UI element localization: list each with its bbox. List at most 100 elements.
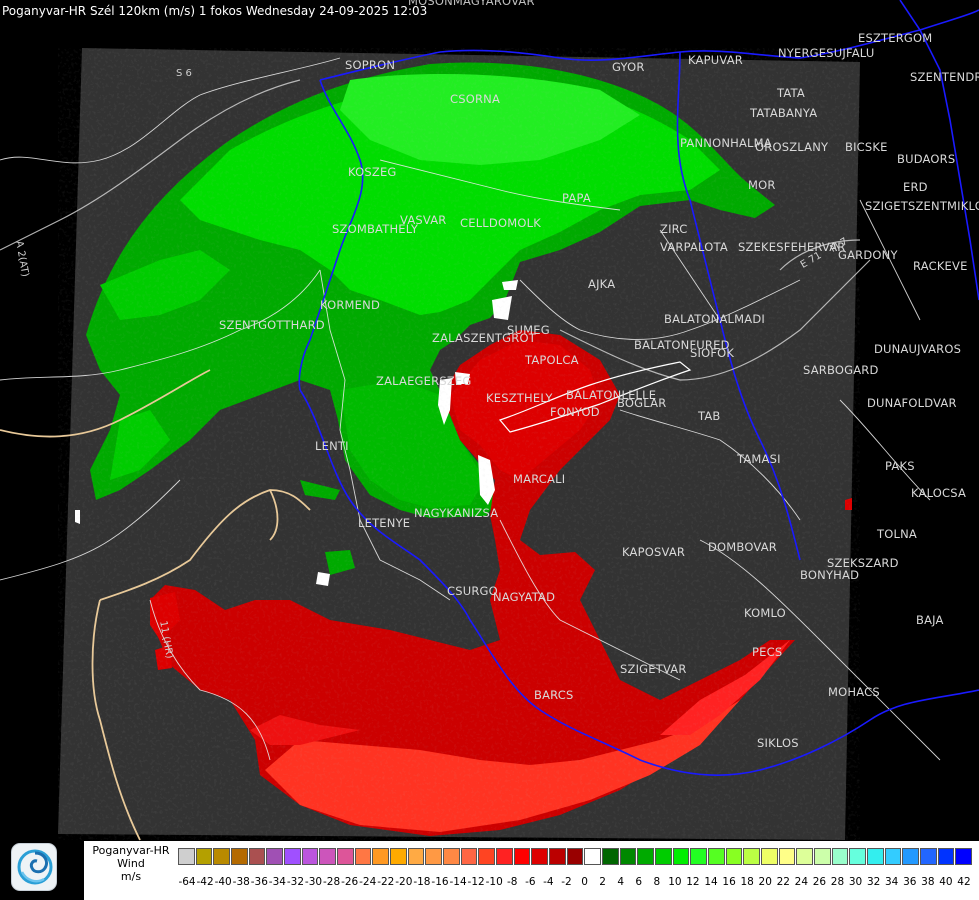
city-label: LETENYE bbox=[358, 516, 411, 530]
legend-swatch bbox=[690, 848, 707, 865]
legend-swatch bbox=[531, 848, 548, 865]
radar-map bbox=[0, 0, 979, 900]
city-label: BUDAORS bbox=[897, 152, 956, 166]
legend-swatch bbox=[566, 848, 584, 865]
city-label: LENTI bbox=[315, 439, 349, 453]
legend-swatch bbox=[761, 848, 778, 865]
legend-swatch bbox=[814, 848, 831, 865]
legend-unit: m/s bbox=[120, 870, 142, 883]
legend-swatch bbox=[637, 848, 654, 865]
city-label: SIOFOK bbox=[690, 346, 735, 360]
legend-title: Poganyvar-HR Wind m/s bbox=[86, 844, 176, 883]
city-label: TOLNA bbox=[877, 527, 917, 541]
city-label: OROSZLANY bbox=[755, 140, 829, 154]
legend-swatch bbox=[849, 848, 866, 865]
legend-swatch bbox=[778, 848, 796, 865]
city-label: ESZTERGOM bbox=[858, 31, 933, 45]
legend-product-name: Wind bbox=[117, 857, 145, 870]
legend-swatch bbox=[372, 848, 389, 865]
city-label: TAB bbox=[698, 409, 721, 423]
legend-swatch bbox=[407, 848, 425, 865]
legend-swatch bbox=[443, 848, 460, 865]
legend-swatch bbox=[513, 848, 531, 865]
city-label: KOSZEG bbox=[348, 165, 397, 179]
city-label: MOHACS bbox=[828, 685, 880, 699]
city-label: SZIGETVAR bbox=[620, 662, 687, 676]
city-label: KAPUVAR bbox=[688, 53, 743, 67]
legend-swatch bbox=[284, 848, 301, 865]
legend-swatch bbox=[655, 848, 672, 865]
city-label: CELLDOMOLK bbox=[460, 216, 541, 230]
city-label: ZALASZENTGROT bbox=[432, 331, 536, 345]
legend-swatch bbox=[619, 848, 637, 865]
legend-swatch bbox=[743, 848, 760, 865]
legend-swatch bbox=[937, 848, 955, 865]
legend-swatch bbox=[425, 848, 442, 865]
city-label: MOR bbox=[748, 178, 776, 192]
city-label: TAMASI bbox=[737, 452, 781, 466]
city-label: KORMEND bbox=[320, 298, 381, 312]
legend-swatch bbox=[231, 848, 248, 865]
city-label: MARCALI bbox=[513, 472, 566, 486]
legend-swatch bbox=[319, 848, 336, 865]
radar-swirl-logo bbox=[11, 843, 57, 891]
legend-swatch bbox=[478, 848, 495, 865]
legend-swatch bbox=[195, 848, 213, 865]
legend-swatch bbox=[266, 848, 283, 865]
city-label: DUNAUJVAROS bbox=[874, 342, 962, 356]
legend-swatch bbox=[213, 848, 230, 865]
city-label: CSURGO bbox=[447, 584, 498, 598]
city-label: SOPRON bbox=[345, 58, 396, 72]
legend-swatch bbox=[602, 848, 619, 865]
city-label: NAGYKANIZSA bbox=[414, 506, 499, 520]
city-label: RACKEVE bbox=[913, 259, 968, 273]
city-label: PECS bbox=[752, 645, 783, 659]
legend-swatch bbox=[390, 848, 407, 865]
legend-swatch bbox=[708, 848, 725, 865]
legend-swatch bbox=[902, 848, 919, 865]
legend-swatch bbox=[178, 848, 195, 865]
city-label: ERD bbox=[903, 180, 928, 194]
legend-tick-label: 42 bbox=[957, 876, 971, 888]
city-label: BOGLAR bbox=[617, 396, 667, 410]
city-label: CSORNA bbox=[450, 92, 501, 106]
city-label: BALATONALMADI bbox=[664, 312, 765, 326]
city-label: KOMLO bbox=[744, 606, 786, 620]
legend-swatch bbox=[460, 848, 478, 865]
legend-swatch bbox=[354, 848, 372, 865]
legend-swatch bbox=[867, 848, 884, 865]
city-label: ZIRC bbox=[660, 222, 688, 236]
city-label: MOSONMAGYAROVAR bbox=[408, 0, 535, 8]
city-label: BICSKE bbox=[845, 140, 888, 154]
city-label: DUNAFOLDVAR bbox=[867, 396, 957, 410]
city-label: NYERGESUJFALU bbox=[778, 46, 875, 60]
legend-swatch bbox=[920, 848, 937, 865]
city-label: PAKS bbox=[885, 459, 915, 473]
city-label: TATA bbox=[777, 86, 805, 100]
city-label: TATABANYA bbox=[750, 106, 818, 120]
legend-swatch bbox=[337, 848, 354, 865]
city-label: BARCS bbox=[534, 688, 574, 702]
legend-swatch bbox=[955, 848, 972, 865]
city-label: SIKLOS bbox=[757, 736, 799, 750]
city-label: DOMBOVAR bbox=[708, 540, 777, 554]
city-label: FONYOD bbox=[550, 405, 600, 419]
city-label: SZENTGOTTHARD bbox=[219, 318, 325, 332]
legend-swatch bbox=[301, 848, 319, 865]
city-label: BONYHAD bbox=[800, 568, 860, 582]
legend-swatch bbox=[796, 848, 813, 865]
legend-swatch bbox=[248, 848, 266, 865]
city-label: GYOR bbox=[612, 60, 645, 74]
legend-radar-name: Poganyvar-HR bbox=[92, 844, 170, 857]
city-label: AJKA bbox=[588, 277, 616, 291]
radar-title: Poganyvar-HR Szél 120km (m/s) 1 fokos We… bbox=[2, 4, 428, 18]
legend-swatch bbox=[831, 848, 849, 865]
legend-swatch bbox=[672, 848, 690, 865]
legend-swatch bbox=[884, 848, 902, 865]
legend-swatch bbox=[496, 848, 513, 865]
legend-swatch bbox=[584, 848, 601, 865]
city-label: NAGYATAD bbox=[493, 590, 556, 604]
city-label: TAPOLCA bbox=[525, 353, 579, 367]
city-label: VASVAR bbox=[400, 213, 447, 227]
city-label: ZALAEGERSZEG bbox=[376, 374, 472, 388]
